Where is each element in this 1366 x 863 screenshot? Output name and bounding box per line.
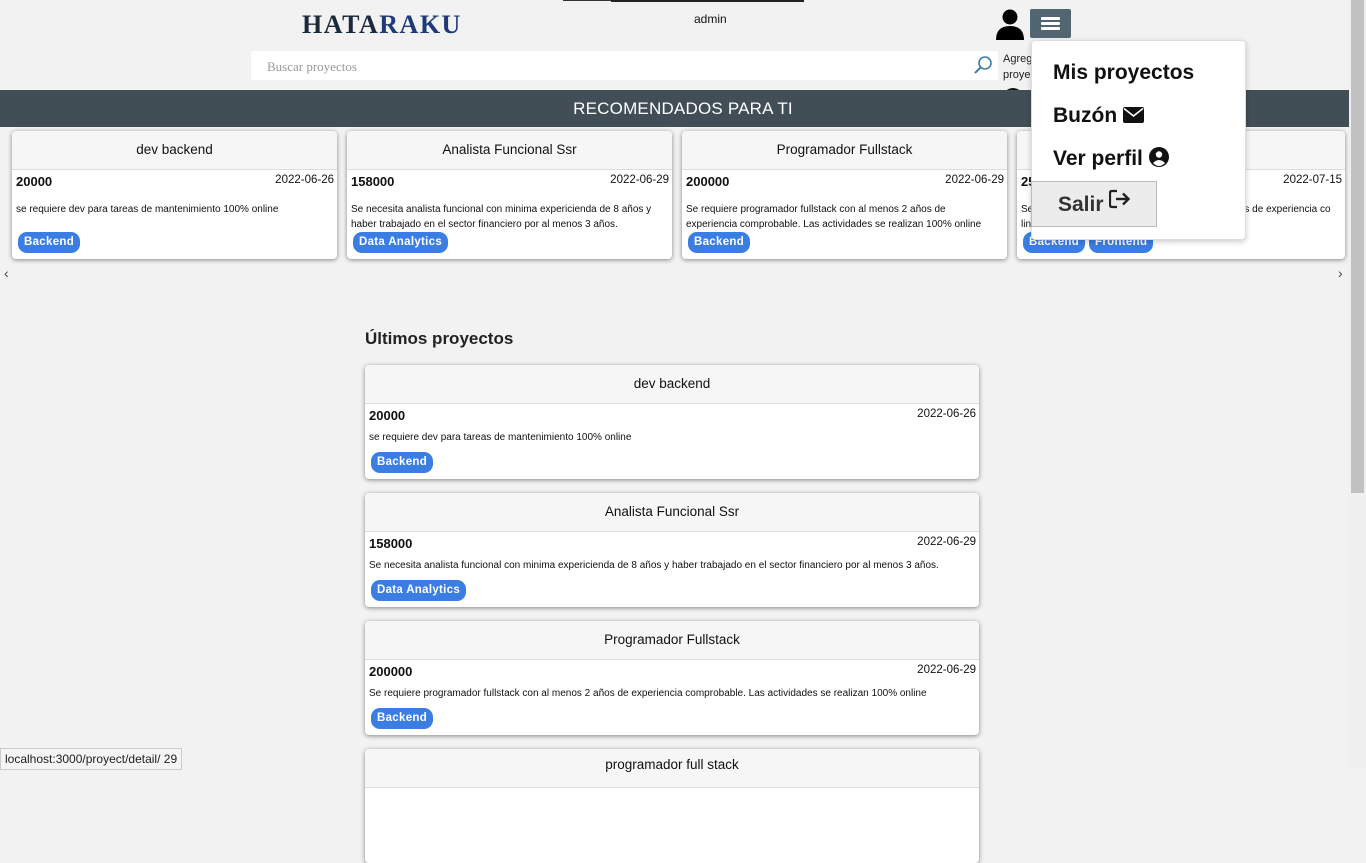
add-project-label-line2: proyecto (1003, 69, 1033, 81)
card-title: Analista Funcional Ssr (347, 131, 672, 170)
card-date: 2022-06-29 (917, 536, 976, 548)
recommended-card[interactable]: Analista Funcional Ssr 158000 2022-06-29… (347, 131, 672, 259)
card-amount: 158000 (351, 174, 395, 189)
add-project-label-line1: Agregar (1003, 53, 1033, 65)
user-silhouette-icon[interactable] (994, 8, 1026, 45)
logout-button[interactable]: Salir (1031, 181, 1157, 227)
card-date: 2022-06-29 (610, 174, 669, 186)
recommended-card[interactable]: Programador Fullstack 200000 2022-06-29 … (682, 131, 1007, 259)
card-amount: 20000 (16, 174, 53, 189)
card-title: Analista Funcional Ssr (365, 493, 979, 532)
add-project-link[interactable]: Agregar proyecto (1003, 51, 1033, 83)
card-title: dev backend (365, 365, 979, 404)
menu-item-label: Ver perfil (1053, 147, 1143, 170)
menu-bar-1 (1041, 17, 1060, 20)
search-bar (251, 51, 998, 82)
project-card[interactable]: dev backend 20000 2022-06-26 se requiere… (365, 365, 979, 479)
logout-label: Salir (1058, 193, 1104, 216)
card-description: Se requiere programador fullstack con al… (369, 688, 927, 699)
card-description: Se necesita analista funcional con minim… (369, 560, 939, 571)
card-description: se requiere dev para tareas de mantenimi… (369, 432, 632, 443)
top-border-line-dark (611, 0, 804, 2)
logo-part-1: HATA (302, 10, 380, 39)
status-url-bar: localhost:3000/proyect/detail/ 29 (0, 748, 183, 770)
tag-badge[interactable]: Backend (688, 232, 751, 253)
tag-badge[interactable]: Backend (371, 708, 434, 729)
username-label: admin (694, 12, 727, 26)
scrollbar-thumb[interactable] (1351, 0, 1364, 493)
project-card[interactable]: Programador Fullstack 200000 2022-06-29 … (365, 621, 979, 735)
tag-badge[interactable]: Backend (18, 232, 81, 253)
recommended-card[interactable]: dev backend 20000 2022-06-26 se requiere… (12, 131, 337, 259)
card-amount: 200000 (369, 664, 413, 679)
page-scrollbar[interactable] (1349, 0, 1366, 768)
chevron-left-icon[interactable]: ‹ (4, 265, 9, 281)
card-title: dev backend (12, 131, 337, 170)
latest-projects-heading: Últimos proyectos (365, 329, 514, 348)
tag-badge[interactable]: Data Analytics (353, 232, 449, 253)
card-title: programador full stack (365, 749, 979, 788)
menu-item-my-projects[interactable]: Mis proyectos (1053, 61, 1194, 85)
card-description: Se requiere programador fullstack con al… (686, 204, 982, 230)
search-icon[interactable] (972, 54, 994, 81)
logo-part-2: RAKU (379, 10, 462, 39)
card-amount: 200000 (686, 174, 730, 189)
tag-badge[interactable]: Data Analytics (371, 580, 467, 601)
card-description: se requiere dev para tareas de mantenimi… (16, 204, 279, 215)
card-title: Programador Fullstack (365, 621, 979, 660)
card-date: 2022-06-26 (917, 408, 976, 420)
menu-item-label: Mis proyectos (1053, 61, 1195, 84)
search-input[interactable] (251, 51, 959, 82)
menu-item-label: Buzón (1053, 104, 1118, 127)
project-card[interactable]: programador full stack (365, 749, 979, 863)
card-date: 2022-06-29 (945, 174, 1004, 186)
chevron-right-icon[interactable]: › (1338, 265, 1343, 281)
card-amount: 20000 (369, 408, 406, 423)
tag-badge[interactable]: Backend (371, 452, 434, 473)
project-card[interactable]: Analista Funcional Ssr 158000 2022-06-29… (365, 493, 979, 607)
card-description: Se necesita analista funcional con minim… (351, 204, 652, 230)
user-dropdown-menu: Mis proyectos Buzón Ver perfil Salir (1031, 40, 1246, 240)
card-date: 2022-06-29 (917, 664, 976, 676)
menu-item-inbox[interactable]: Buzón (1053, 104, 1144, 128)
card-date: 2022-07-15 (1283, 174, 1342, 186)
card-date: 2022-06-26 (275, 174, 334, 186)
menu-bar-2 (1041, 22, 1060, 25)
menu-item-profile[interactable]: Ver perfil (1053, 147, 1169, 171)
user-circle-icon (1148, 147, 1169, 170)
sign-out-icon (1109, 189, 1131, 216)
card-amount: 158000 (369, 536, 413, 551)
menu-bar-3 (1041, 27, 1060, 30)
hamburger-menu-button[interactable] (1030, 9, 1071, 38)
card-title: Programador Fullstack (682, 131, 1007, 170)
hataraku-logo[interactable]: HATARAKU (302, 10, 462, 40)
envelope-icon (1123, 104, 1144, 127)
